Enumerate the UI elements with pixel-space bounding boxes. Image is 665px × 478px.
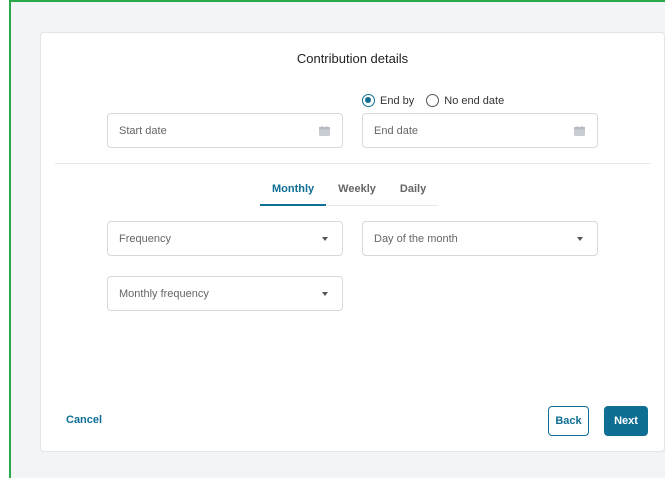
window-frame: Contribution details End by No end date … — [9, 0, 665, 478]
monthly-frequency-select[interactable]: Monthly frequency — [107, 276, 343, 311]
caret-down-icon — [577, 237, 583, 241]
frequency-tabs: Monthly Weekly Daily — [260, 180, 439, 206]
next-button[interactable]: Next — [604, 406, 648, 436]
end-by-radio[interactable]: End by — [362, 94, 414, 107]
frequency-select[interactable]: Frequency — [107, 221, 343, 256]
caret-down-icon — [322, 292, 328, 296]
monthly-frequency-placeholder: Monthly frequency — [119, 287, 209, 300]
back-button[interactable]: Back — [548, 406, 589, 436]
radio-checked-icon — [362, 94, 375, 107]
contribution-card: Contribution details End by No end date … — [40, 32, 665, 452]
day-of-month-select[interactable]: Day of the month — [362, 221, 598, 256]
radio-unchecked-icon — [426, 94, 440, 107]
frequency-placeholder: Frequency — [119, 232, 171, 245]
calendar-icon — [319, 126, 330, 136]
no-end-date-radio[interactable]: No end date — [426, 94, 504, 107]
end-by-label: End by — [380, 94, 415, 107]
calendar-icon — [574, 126, 585, 136]
end-date-placeholder: End date — [374, 124, 419, 137]
no-end-date-label: No end date — [444, 94, 505, 107]
start-date-field[interactable]: Start date — [107, 113, 343, 148]
end-date-field[interactable]: End date — [362, 113, 598, 148]
end-option-radio-group: End by No end date — [362, 94, 516, 107]
tab-monthly[interactable]: Monthly — [260, 180, 327, 206]
cancel-button[interactable]: Cancel — [66, 414, 102, 426]
page-title: Contribution details — [296, 51, 409, 66]
start-date-placeholder: Start date — [119, 124, 167, 137]
day-of-month-placeholder: Day of the month — [374, 232, 458, 245]
section-divider — [55, 163, 651, 164]
tab-weekly[interactable]: Weekly — [326, 180, 388, 205]
tab-daily[interactable]: Daily — [388, 180, 438, 205]
caret-down-icon — [322, 237, 328, 241]
